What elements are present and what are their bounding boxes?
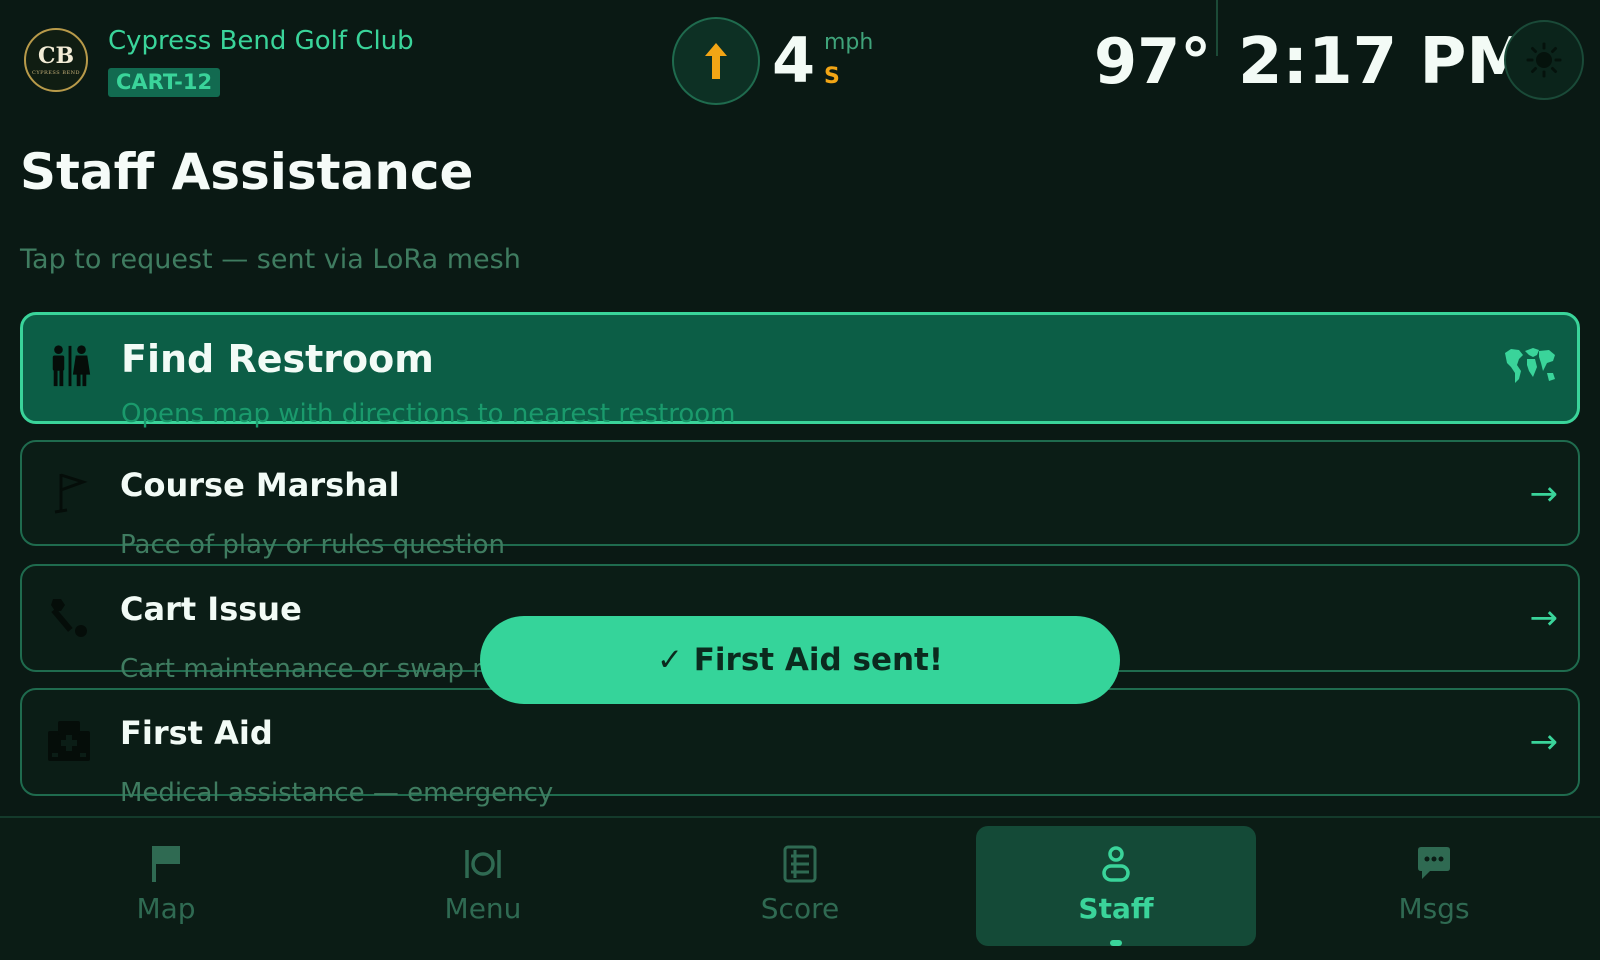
- chevron-right-icon: →: [1529, 474, 1559, 514]
- scorecard-icon: [783, 845, 817, 883]
- service-card-find-restroom[interactable]: Find Restroom Opens map with directions …: [20, 312, 1580, 429]
- active-indicator: [1110, 940, 1122, 946]
- service-card-first-aid[interactable]: First Aid Medical assistance — emergency…: [20, 688, 1580, 808]
- chevron-right-icon: →: [1529, 598, 1559, 638]
- world-map-icon: [1503, 345, 1557, 385]
- service-title: First Aid: [120, 714, 273, 752]
- clock-readout: 2:17 PM: [1238, 25, 1531, 99]
- confirmation-toast: ✓ First Aid sent!: [480, 616, 1120, 704]
- bottom-nav: Map Menu Score Staff Msgs: [0, 816, 1600, 960]
- golf-flag-icon: [46, 470, 92, 516]
- nav-label: Map: [136, 892, 196, 925]
- person-icon: [1102, 846, 1130, 882]
- speed-value: 4: [772, 24, 816, 97]
- nav-label: Menu: [444, 892, 522, 925]
- flag-icon: [152, 846, 180, 882]
- club-logo: CB CYPRESS BEND: [24, 28, 88, 92]
- status-header: CB CYPRESS BEND Cypress Bend Golf Club C…: [0, 0, 1600, 120]
- heading-indicator: [672, 17, 760, 105]
- chevron-right-icon: →: [1529, 722, 1559, 762]
- temperature-readout: 97°: [1094, 25, 1212, 98]
- nav-item-map[interactable]: Map: [26, 826, 306, 946]
- nav-item-menu[interactable]: Menu: [343, 826, 623, 946]
- service-subtitle: Pace of play or rules question: [120, 530, 506, 560]
- page-subtitle: Tap to request — sent via LoRa mesh: [20, 244, 521, 275]
- restroom-icon: [47, 343, 93, 389]
- chat-icon: [1418, 847, 1450, 879]
- service-subtitle: Opens map with directions to nearest res…: [121, 399, 736, 429]
- page-title: Staff Assistance: [20, 143, 474, 201]
- arrow-up-icon: [705, 43, 727, 79]
- speed-unit: mph: [824, 30, 874, 55]
- hospital-icon: [46, 718, 92, 764]
- service-title: Find Restroom: [121, 337, 434, 381]
- nav-item-score[interactable]: Score: [660, 826, 940, 946]
- nav-label: Staff: [1078, 892, 1154, 925]
- nav-item-staff[interactable]: Staff: [976, 826, 1256, 946]
- dining-icon: [465, 850, 501, 878]
- nav-label: Msgs: [1398, 892, 1470, 925]
- sun-icon: [1526, 42, 1562, 78]
- service-title: Cart Issue: [120, 590, 302, 628]
- logo-monogram: CB: [37, 42, 75, 69]
- service-card-course-marshal[interactable]: Course Marshal Pace of play or rules que…: [20, 440, 1580, 560]
- service-title: Course Marshal: [120, 466, 400, 504]
- theme-toggle-button[interactable]: [1504, 20, 1584, 100]
- logo-caption: CYPRESS BEND: [32, 69, 80, 76]
- cart-id-badge: CART-12: [108, 68, 221, 97]
- nav-item-msgs[interactable]: Msgs: [1294, 826, 1574, 946]
- heading-direction: S: [824, 64, 840, 89]
- service-subtitle: Medical assistance — emergency: [120, 778, 554, 808]
- header-divider: [1216, 0, 1218, 56]
- club-name: Cypress Bend Golf Club: [108, 26, 414, 56]
- nav-label: Score: [760, 892, 840, 925]
- wrench-icon: [46, 594, 92, 640]
